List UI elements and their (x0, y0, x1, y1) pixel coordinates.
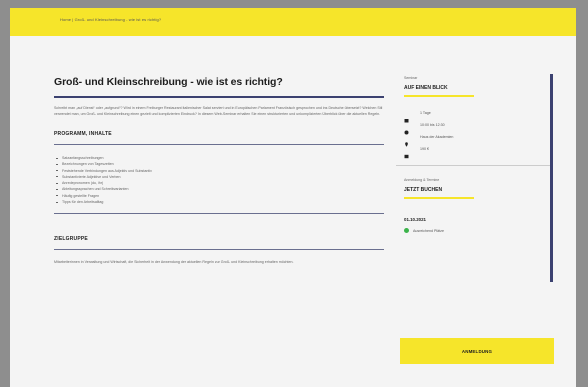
section-divider (54, 249, 384, 251)
page-title: Groß- und Kleinschreibung - wie ist es r… (54, 76, 283, 88)
register-button[interactable]: ANMELDUNG (400, 338, 554, 364)
overview-card: Seminar AUF EINEN BLICK 1 Tage 10:00 bis… (400, 74, 553, 194)
price-icon (404, 146, 409, 159)
clock-icon (404, 122, 409, 135)
title-divider (54, 96, 384, 98)
status-dot-icon (404, 228, 409, 233)
detail-location: Haus der Akademien (404, 134, 550, 147)
detail-price: 190 € (404, 146, 550, 159)
list-item: Tipps für den Arbeitsalltag (54, 199, 384, 205)
section-divider (54, 213, 384, 215)
page-frame: Home | Groß- und Kleinschreibung - wie i… (10, 8, 576, 387)
section-divider (54, 144, 384, 145)
booking-title: JETZT BUCHEN (404, 187, 443, 193)
booking-card: Anmeldung & Termine JETZT BUCHEN 01.10.2… (400, 172, 553, 282)
main-content: Groß- und Kleinschreibung - wie ist es r… (54, 76, 384, 265)
overview-title: AUF EINEN BLICK (404, 85, 448, 91)
booking-date[interactable]: 01.10.2021 (404, 217, 550, 222)
section-heading-program: PROGRAMM, INHALTE (54, 131, 112, 137)
availability-status: Ausreichend Plätze (404, 228, 550, 233)
target-text: Mitarbeiterinnen in Verwaltung und Wirts… (54, 260, 294, 265)
location-icon (404, 134, 409, 147)
section-heading-target: ZIELGRUPPE (54, 236, 88, 243)
breadcrumb[interactable]: Home | Groß- und Kleinschreibung - wie i… (60, 17, 161, 22)
intro-text: Schreibt man „auf Dienst“ oder „aufgrund… (54, 106, 383, 116)
detail-time: 10:00 bis 12:30 (404, 122, 550, 135)
calendar-icon (404, 110, 409, 123)
program-list: Satzanfangsschreibungen Bezeichnungen vo… (54, 155, 384, 205)
top-bar: Home | Groß- und Kleinschreibung - wie i… (10, 8, 576, 36)
detail-days: 1 Tage (404, 110, 550, 123)
sidebar-divider (396, 165, 550, 166)
sidebar: Seminar AUF EINEN BLICK 1 Tage 10:00 bis… (396, 74, 553, 282)
booking-eyebrow: Anmeldung & Termine (404, 178, 440, 182)
overview-eyebrow: Seminar (404, 76, 418, 80)
card-accent-bar (550, 172, 553, 282)
